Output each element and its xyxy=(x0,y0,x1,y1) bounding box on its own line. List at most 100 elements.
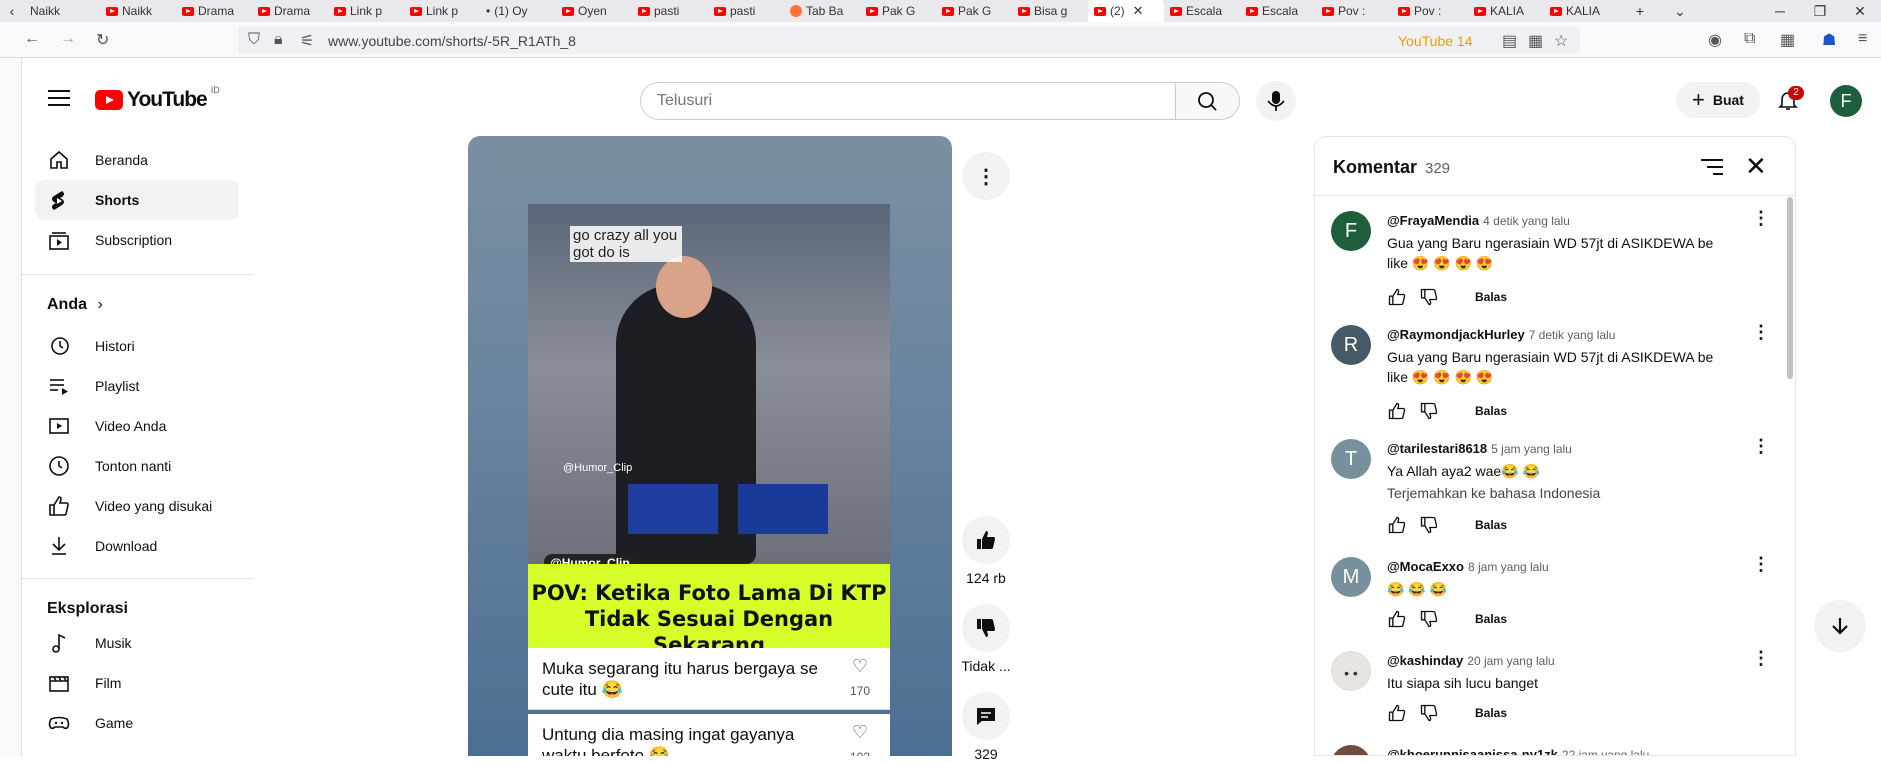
tab-scroll-left-icon[interactable]: ‹ xyxy=(0,3,24,19)
reader-view-icon[interactable]: ▤ xyxy=(1502,31,1517,51)
commenter-avatar[interactable]: T xyxy=(1331,439,1371,479)
comment-like-icon[interactable] xyxy=(1387,609,1407,629)
create-button[interactable]: + Buat xyxy=(1676,82,1760,118)
comment-username[interactable]: @tarilestari8618 xyxy=(1387,441,1487,456)
bookmark-star-icon[interactable]: ☆ xyxy=(1554,31,1568,51)
browser-tab[interactable]: KALIA xyxy=(1544,0,1620,22)
reply-button[interactable]: Balas xyxy=(1475,290,1507,304)
new-tab-button[interactable]: + xyxy=(1620,3,1660,19)
comment-time[interactable]: 22 jam yang lalu xyxy=(1562,748,1649,755)
browser-tab[interactable]: Escala xyxy=(1164,0,1240,22)
comments-scrollbar[interactable] xyxy=(1787,197,1793,379)
comment-time[interactable]: 5 jam yang lalu xyxy=(1491,442,1572,456)
browser-tab[interactable]: Naikk xyxy=(100,0,176,22)
comment-author[interactable]: @kashinday 20 jam yang lalu xyxy=(1387,653,1555,668)
extensions-icon[interactable]: ⧉ xyxy=(1744,30,1755,48)
browser-tab[interactable]: Drama xyxy=(176,0,252,22)
browser-tab-active[interactable]: (2) ✕ xyxy=(1088,0,1164,22)
commenter-avatar[interactable]: R xyxy=(1331,325,1371,365)
browser-tab[interactable]: Naikk xyxy=(24,0,100,22)
comment-username[interactable]: @RaymondjackHurley xyxy=(1387,327,1525,342)
search-button[interactable] xyxy=(1176,82,1240,120)
reply-button[interactable]: Balas xyxy=(1475,612,1507,626)
search-box[interactable] xyxy=(640,82,1176,120)
comment-time[interactable]: 7 detik yang lalu xyxy=(1529,328,1616,342)
hamburger-menu-icon[interactable] xyxy=(48,90,70,106)
sidebar-item-history[interactable]: Histori xyxy=(35,326,239,366)
comment-username[interactable]: @FrayaMendia xyxy=(1387,213,1479,228)
profile-icon[interactable]: ☗ xyxy=(1822,30,1836,50)
comment-like-icon[interactable] xyxy=(1387,703,1407,723)
browser-tab[interactable]: Oyen xyxy=(556,0,632,22)
comment-more-icon[interactable]: ⋮ xyxy=(1751,437,1771,455)
reload-icon[interactable]: ↻ xyxy=(96,30,109,50)
comment-time[interactable]: 20 jam yang lalu xyxy=(1467,654,1554,668)
browser-tab[interactable]: Pov : xyxy=(1316,0,1392,22)
window-close-icon[interactable]: ✕ xyxy=(1840,3,1880,20)
commenter-avatar[interactable] xyxy=(1331,745,1371,755)
minimize-icon[interactable]: ─ xyxy=(1760,3,1800,19)
browser-tab[interactable]: Link p xyxy=(404,0,480,22)
sidebar-item-your-videos[interactable]: Video Anda xyxy=(35,406,239,446)
extension-youtube-label[interactable]: YouTube 14 xyxy=(1398,33,1472,49)
comment-more-icon[interactable]: ⋮ xyxy=(1751,555,1771,573)
sidebar-you-heading[interactable]: Anda › xyxy=(47,296,103,314)
comment-username[interactable]: @khoerunnisaanissa-ny1zk xyxy=(1387,747,1558,755)
reply-button[interactable]: Balas xyxy=(1475,404,1507,418)
sidebar-item-playlist[interactable]: Playlist xyxy=(35,366,239,406)
tab-list-button[interactable]: ⌄ xyxy=(1660,3,1700,20)
sidebar-item-liked-videos[interactable]: Video yang disukai xyxy=(35,486,239,526)
commenter-avatar[interactable]: M xyxy=(1331,557,1371,597)
like-button[interactable] xyxy=(962,516,1010,564)
comment-more-icon[interactable]: ⋮ xyxy=(1751,209,1771,227)
browser-tab[interactable]: Bisa g xyxy=(1012,0,1088,22)
sidebar-item-film[interactable]: Film xyxy=(35,663,239,703)
browser-tab[interactable]: • (1) Oy xyxy=(480,0,556,22)
permissions-icon[interactable]: ⚟ xyxy=(300,31,314,51)
shield-icon[interactable]: ⛉ xyxy=(248,31,260,49)
comment-like-icon[interactable] xyxy=(1387,401,1407,421)
comment-username[interactable]: @MocaExxo xyxy=(1387,559,1464,574)
browser-tab[interactable]: Pov : xyxy=(1392,0,1468,22)
browser-tab[interactable]: Link p xyxy=(328,0,404,22)
back-icon[interactable]: ← xyxy=(24,30,40,48)
sidebar-item-music[interactable]: Musik xyxy=(35,623,239,663)
browser-tab[interactable]: pasti xyxy=(632,0,708,22)
comment-time[interactable]: 4 detik yang lalu xyxy=(1483,214,1570,228)
comments-button[interactable] xyxy=(962,692,1010,740)
lock-icon[interactable]: 🔒︎ xyxy=(274,31,283,49)
reply-button[interactable]: Balas xyxy=(1475,706,1507,720)
comment-like-icon[interactable] xyxy=(1387,515,1407,535)
comment-username[interactable]: @kashinday xyxy=(1387,653,1463,668)
account-avatar[interactable]: F xyxy=(1830,85,1862,117)
apps-grid-icon[interactable]: ▦ xyxy=(1780,30,1795,50)
comment-more-icon[interactable]: ⋮ xyxy=(1751,649,1771,667)
sidebar-item-game[interactable]: Game xyxy=(35,703,239,743)
browser-tab[interactable]: Pak G xyxy=(860,0,936,22)
reply-button[interactable]: Balas xyxy=(1475,518,1507,532)
close-comments-icon[interactable]: ✕ xyxy=(1745,151,1767,182)
sidebar-item-home[interactable]: Beranda xyxy=(35,140,239,180)
dislike-button[interactable] xyxy=(962,604,1010,652)
commenter-avatar[interactable]: • • xyxy=(1331,651,1371,691)
browser-tab[interactable]: Drama xyxy=(252,0,328,22)
address-bar[interactable]: ⛉ 🔒︎ ⚟ www.youtube.com/shorts/-5R_R1ATh_… xyxy=(238,26,1580,54)
comment-dislike-icon[interactable] xyxy=(1419,401,1439,421)
comment-time[interactable]: 8 jam yang lalu xyxy=(1468,560,1549,574)
more-options-button[interactable]: ⋮ xyxy=(962,152,1010,200)
next-video-button[interactable] xyxy=(1814,600,1866,652)
sidebar-item-watch-later[interactable]: Tonton nanti xyxy=(35,446,239,486)
restore-icon[interactable]: ❐ xyxy=(1800,3,1840,20)
menu-icon[interactable]: ≡ xyxy=(1858,30,1867,48)
translate-link[interactable]: Terjemahkan ke bahasa Indonesia xyxy=(1387,485,1600,501)
voice-search-button[interactable] xyxy=(1256,81,1296,121)
sort-comments-icon[interactable] xyxy=(1701,159,1723,175)
grid-icon[interactable]: ▦ xyxy=(1528,31,1543,51)
comment-like-icon[interactable] xyxy=(1387,287,1407,307)
close-tab-icon[interactable]: ✕ xyxy=(1133,3,1144,19)
browser-tab[interactable]: Pak G xyxy=(936,0,1012,22)
account-icon[interactable]: ◉ xyxy=(1708,30,1722,50)
browser-tab[interactable]: pasti xyxy=(708,0,784,22)
comment-dislike-icon[interactable] xyxy=(1419,287,1439,307)
url-text[interactable]: www.youtube.com/shorts/-5R_R1ATh_8 xyxy=(328,33,576,49)
